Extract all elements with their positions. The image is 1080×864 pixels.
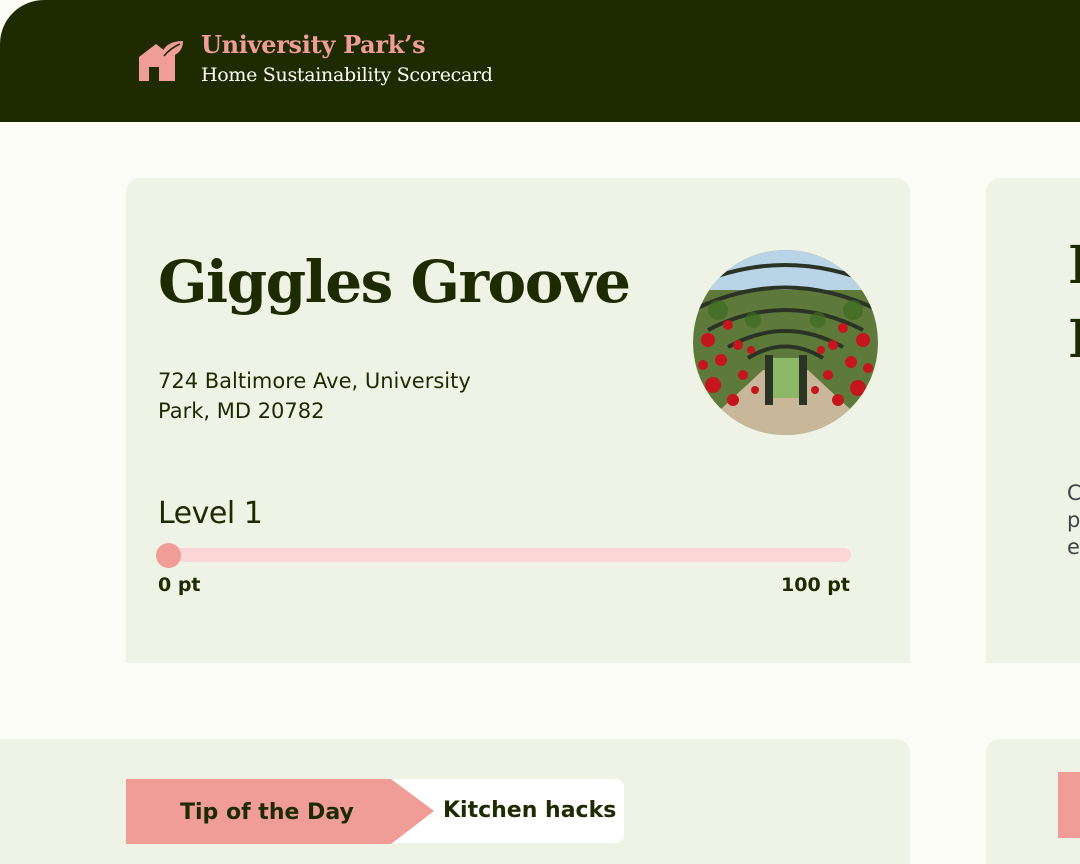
secondary-card: I I Cpe	[986, 178, 1080, 663]
home-summary-card: Giggles Groove 724 Baltimore Ave, Univer…	[126, 178, 910, 663]
home-address: 724 Baltimore Ave, University Park, MD 2…	[158, 369, 471, 423]
progress-max-label: 100 pt	[781, 574, 850, 596]
progress-knob	[156, 543, 181, 568]
progress-min-label: 0 pt	[158, 574, 201, 596]
tip-label: Tip of the Day	[180, 800, 354, 825]
points-progress-bar	[156, 543, 851, 568]
secondary-bottom-card	[986, 739, 1080, 864]
cropped-heading-glyph: I	[1068, 240, 1080, 292]
home-name: Giggles Groove	[158, 248, 631, 316]
cropped-heading-glyph: I	[1068, 314, 1080, 366]
tip-card: Tip of the Day Kitchen hacks	[0, 739, 910, 864]
brand-title: University Park’s	[201, 30, 426, 59]
app-header: University Park’s Home Sustainability Sc…	[0, 0, 1080, 122]
tip-topic[interactable]: Kitchen hacks	[443, 798, 616, 823]
house-leaf-icon[interactable]	[138, 39, 184, 83]
cropped-body-text: Cpe	[1067, 481, 1080, 559]
garden-arch-photo	[693, 250, 878, 435]
cropped-tag	[1058, 772, 1080, 838]
level-label: Level 1	[158, 496, 263, 531]
brand-subtitle: Home Sustainability Scorecard	[201, 64, 493, 86]
